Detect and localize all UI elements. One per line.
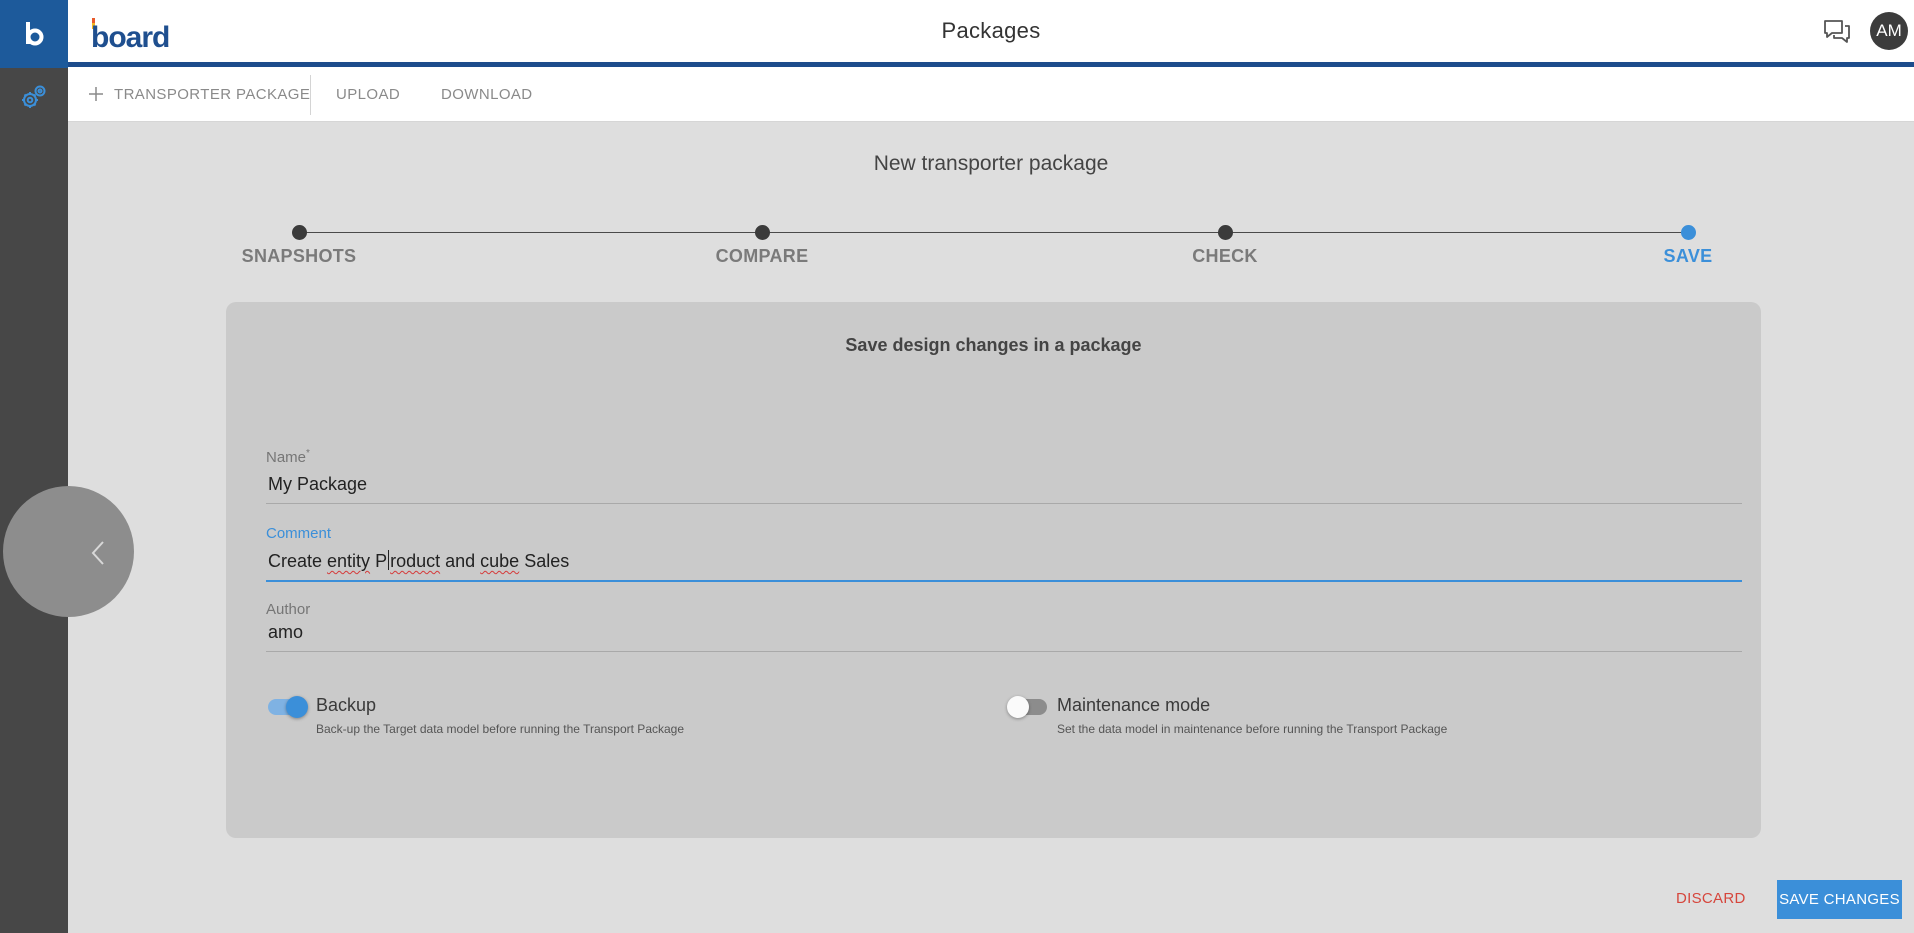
chat-icon[interactable] bbox=[1822, 17, 1852, 45]
download-button[interactable]: DOWNLOAD bbox=[441, 86, 533, 103]
maintenance-title: Maintenance mode bbox=[1057, 695, 1211, 715]
toggle-knob bbox=[1007, 696, 1029, 718]
gear-icon[interactable] bbox=[18, 82, 50, 114]
author-label: Author bbox=[266, 601, 311, 618]
step-snapshots[interactable]: SNAPSHOTS bbox=[199, 225, 399, 267]
step-label: COMPARE bbox=[715, 246, 809, 266]
step-dot bbox=[291, 225, 307, 240]
backup-description: Back-up the Target data model before run… bbox=[316, 722, 685, 736]
author-input[interactable]: amo bbox=[266, 622, 1742, 652]
step-save[interactable]: SAVE bbox=[1588, 225, 1788, 267]
step-label: SAVE bbox=[1663, 246, 1713, 266]
comment-input[interactable]: Create entity Product and cube Sales bbox=[266, 550, 1742, 582]
board-logo-icon[interactable] bbox=[0, 0, 68, 68]
step-label: CHECK bbox=[1192, 246, 1258, 266]
top-header: board Packages AM bbox=[68, 0, 1914, 62]
save-changes-button[interactable]: SAVE CHANGES bbox=[1777, 880, 1902, 919]
package-form-card: Save design changes in a package Name* M… bbox=[226, 302, 1761, 838]
left-rail bbox=[0, 0, 68, 933]
name-field[interactable]: Name* My Package bbox=[266, 448, 1742, 504]
step-dot bbox=[1680, 225, 1696, 240]
step-check[interactable]: CHECK bbox=[1125, 225, 1325, 267]
toolbar-divider bbox=[310, 75, 311, 115]
transporter-package-button[interactable]: TRANSPORTER PACKAGE bbox=[114, 86, 310, 103]
backup-toggle[interactable] bbox=[268, 696, 308, 718]
text-caret bbox=[388, 550, 390, 570]
step-label: SNAPSHOTS bbox=[241, 246, 357, 266]
maintenance-toggle[interactable] bbox=[1007, 696, 1047, 718]
step-compare[interactable]: COMPARE bbox=[662, 225, 862, 267]
form-title: Save design changes in a package bbox=[845, 335, 1142, 355]
comment-field[interactable]: Comment Create entity Product and cube S… bbox=[266, 525, 1742, 582]
comment-label: Comment bbox=[266, 525, 332, 542]
name-label: Name* bbox=[266, 448, 310, 466]
name-input[interactable]: My Package bbox=[266, 474, 1742, 504]
wizard-title: New transporter package bbox=[873, 152, 1109, 175]
stepper-line bbox=[299, 232, 1688, 233]
toggle-knob bbox=[286, 696, 308, 718]
step-dot bbox=[1217, 225, 1233, 240]
upload-button[interactable]: UPLOAD bbox=[336, 86, 400, 103]
discard-button[interactable]: DISCARD bbox=[1676, 890, 1746, 907]
maintenance-description: Set the data model in maintenance before… bbox=[1057, 722, 1448, 736]
author-field[interactable]: Author amo bbox=[266, 601, 1742, 652]
chevron-left-icon[interactable] bbox=[88, 540, 108, 566]
plus-icon[interactable] bbox=[88, 86, 104, 102]
user-avatar[interactable]: AM bbox=[1870, 12, 1908, 50]
back-button[interactable] bbox=[3, 486, 134, 617]
toolbar: TRANSPORTER PACKAGE UPLOAD DOWNLOAD bbox=[68, 67, 1914, 122]
backup-title: Backup bbox=[316, 695, 377, 715]
step-dot bbox=[754, 225, 770, 240]
page-title: Packages bbox=[941, 18, 1041, 43]
board-b-icon bbox=[26, 22, 44, 46]
